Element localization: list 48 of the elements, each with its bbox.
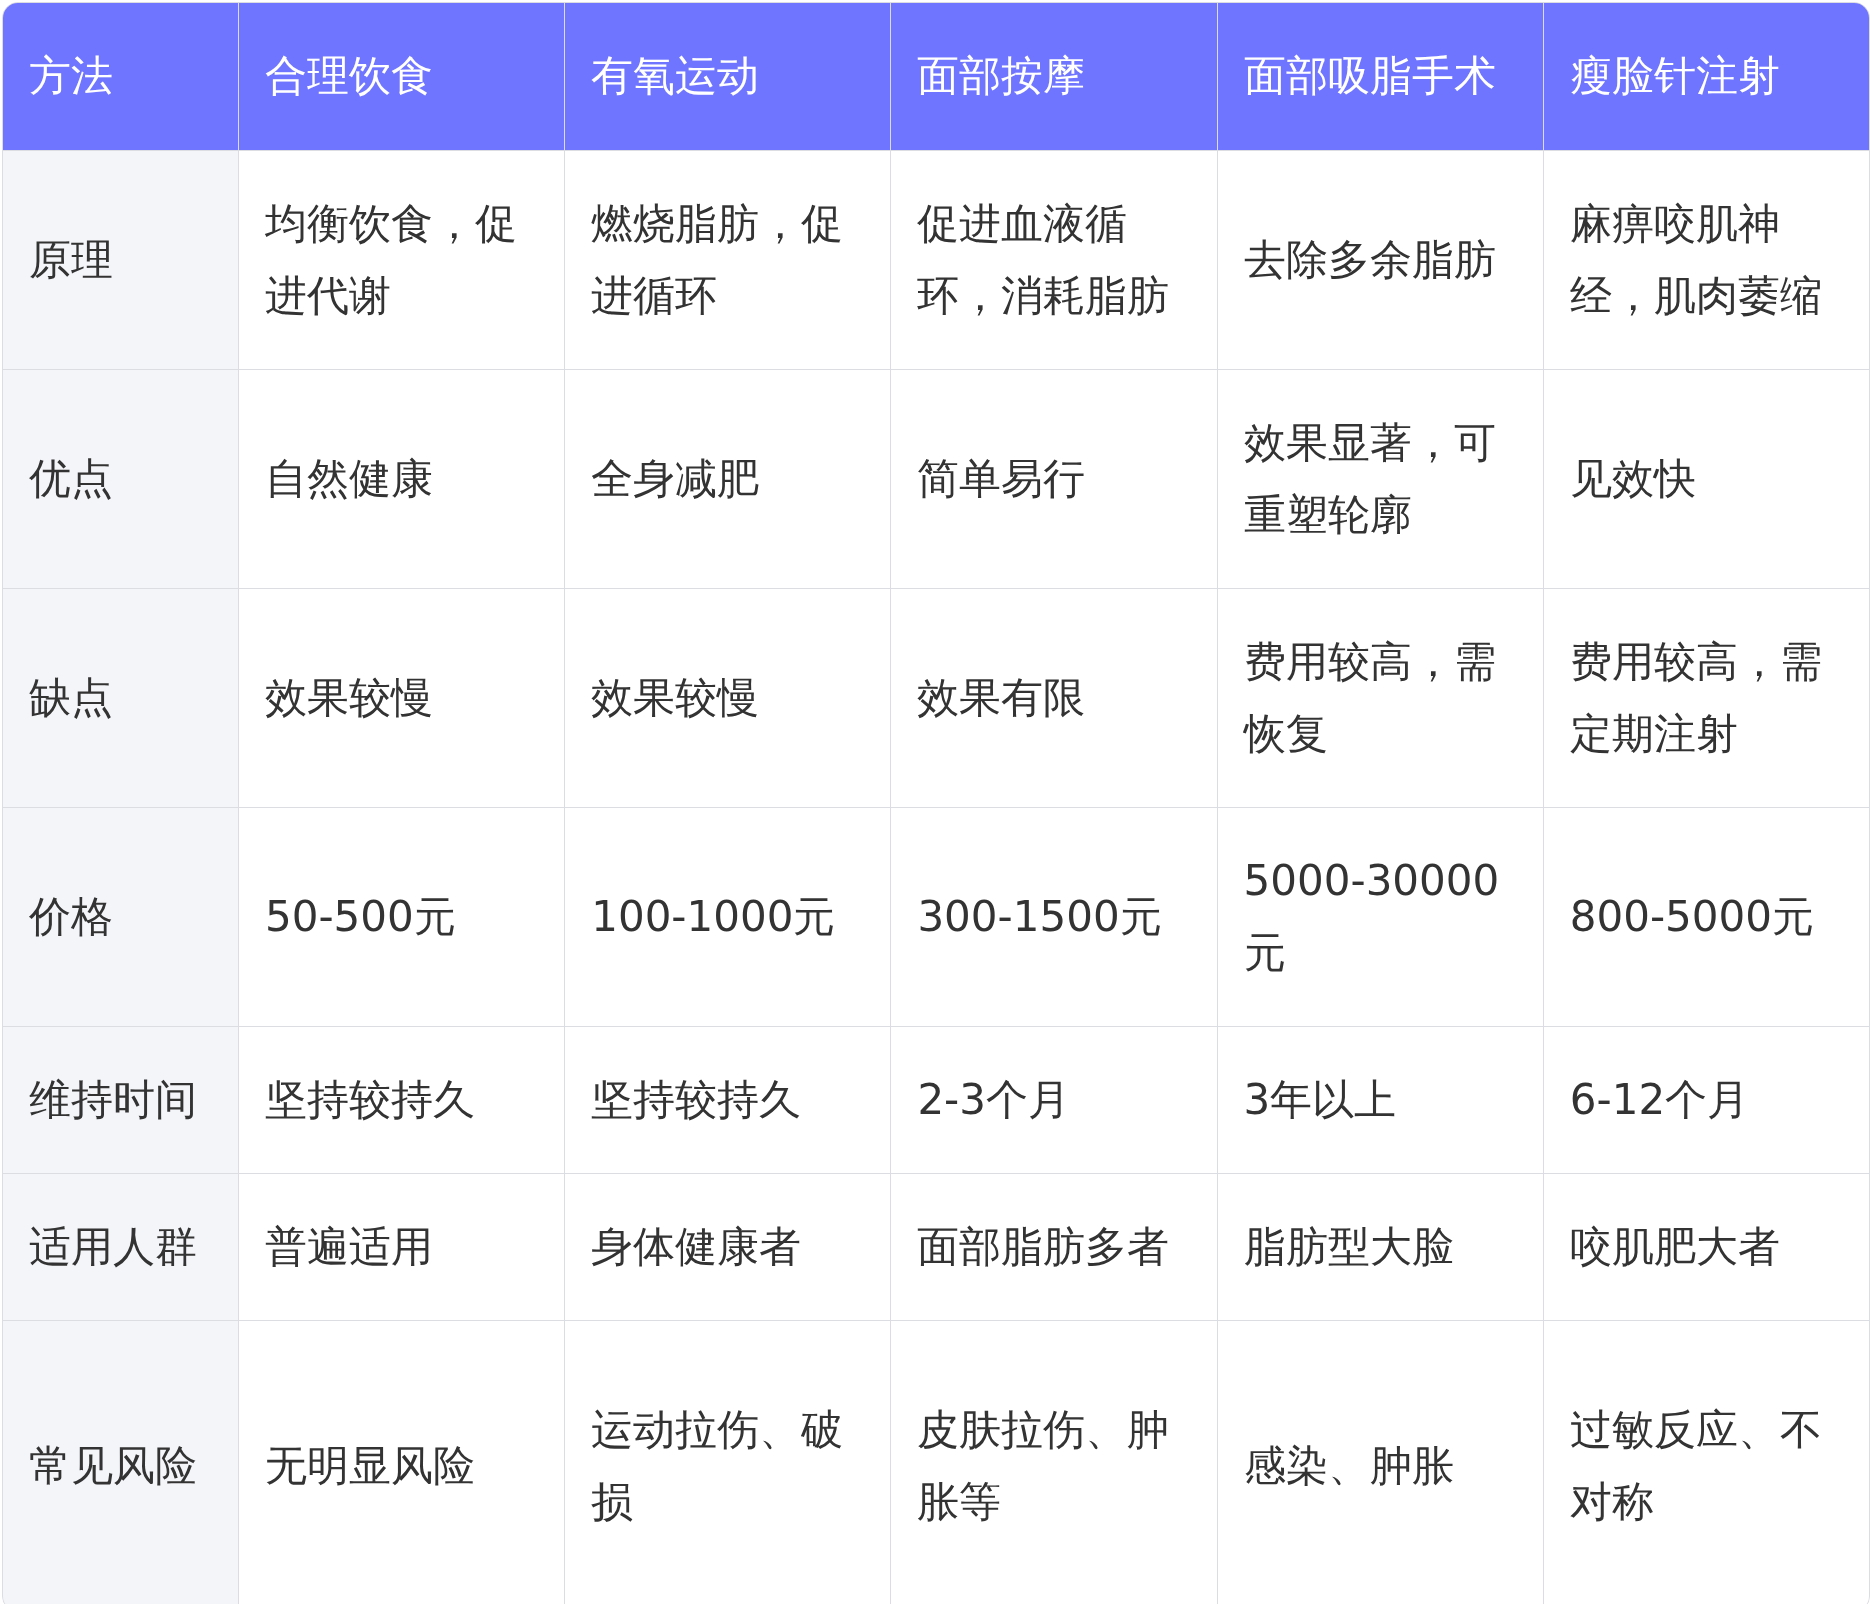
column-header: 有氧运动 bbox=[565, 3, 891, 150]
table-cell: 燃烧脂肪，促进循环 bbox=[565, 151, 891, 369]
table-cell: 5000-30000元 bbox=[1217, 808, 1543, 1026]
table-cell: 800-5000元 bbox=[1543, 808, 1869, 1026]
table-cell: 去除多余脂肪 bbox=[1217, 151, 1543, 369]
table-cell: 效果较慢 bbox=[239, 589, 565, 807]
table-cell: 促进血液循环，消耗脂肪 bbox=[891, 151, 1217, 369]
row-header: 优点 bbox=[3, 370, 238, 588]
table-cell: 运动拉伤、破损 bbox=[565, 1321, 891, 1604]
table-cell: 自然健康 bbox=[239, 370, 565, 588]
row-header: 常见风险 bbox=[3, 1321, 238, 1604]
table-cell: 效果较慢 bbox=[565, 589, 891, 807]
table-cell: 效果显著，可重塑轮廓 bbox=[1217, 370, 1543, 588]
column-header: 面部吸脂手术 bbox=[1217, 3, 1543, 150]
table-cell: 感染、肿胀 bbox=[1217, 1321, 1543, 1604]
row-header: 价格 bbox=[3, 808, 238, 1026]
row-header: 维持时间 bbox=[3, 1027, 238, 1173]
table-cell: 坚持较持久 bbox=[239, 1027, 565, 1173]
table-cell: 2-3个月 bbox=[891, 1027, 1217, 1173]
table-cell: 6-12个月 bbox=[1543, 1027, 1869, 1173]
table-cell: 坚持较持久 bbox=[565, 1027, 891, 1173]
table-cell: 费用较高，需恢复 bbox=[1217, 589, 1543, 807]
column-header: 方法 bbox=[3, 3, 238, 150]
row-header: 缺点 bbox=[3, 589, 238, 807]
table-cell: 300-1500元 bbox=[891, 808, 1217, 1026]
table-cell: 50-500元 bbox=[239, 808, 565, 1026]
table-cell: 脂肪型大脸 bbox=[1217, 1174, 1543, 1320]
table-cell: 3年以上 bbox=[1217, 1027, 1543, 1173]
table-cell: 均衡饮食，促进代谢 bbox=[239, 151, 565, 369]
table-cell: 身体健康者 bbox=[565, 1174, 891, 1320]
table-cell: 见效快 bbox=[1543, 370, 1869, 588]
table-cell: 简单易行 bbox=[891, 370, 1217, 588]
row-header: 原理 bbox=[3, 151, 238, 369]
column-header: 合理饮食 bbox=[239, 3, 565, 150]
table-cell: 效果有限 bbox=[891, 589, 1217, 807]
table-cell: 皮肤拉伤、肿胀等 bbox=[891, 1321, 1217, 1604]
table-cell: 无明显风险 bbox=[239, 1321, 565, 1604]
row-header: 适用人群 bbox=[3, 1174, 238, 1320]
table-cell: 过敏反应、不对称 bbox=[1543, 1321, 1869, 1604]
column-header: 面部按摩 bbox=[891, 3, 1217, 150]
table-cell: 100-1000元 bbox=[565, 808, 891, 1026]
table-cell: 咬肌肥大者 bbox=[1543, 1174, 1869, 1320]
table-cell: 费用较高，需定期注射 bbox=[1543, 589, 1869, 807]
table-cell: 麻痹咬肌神经，肌肉萎缩 bbox=[1543, 151, 1869, 369]
table-cell: 面部脂肪多者 bbox=[891, 1174, 1217, 1320]
table-cell: 普遍适用 bbox=[239, 1174, 565, 1320]
table-cell: 全身减肥 bbox=[565, 370, 891, 588]
column-header: 瘦脸针注射 bbox=[1543, 3, 1869, 150]
